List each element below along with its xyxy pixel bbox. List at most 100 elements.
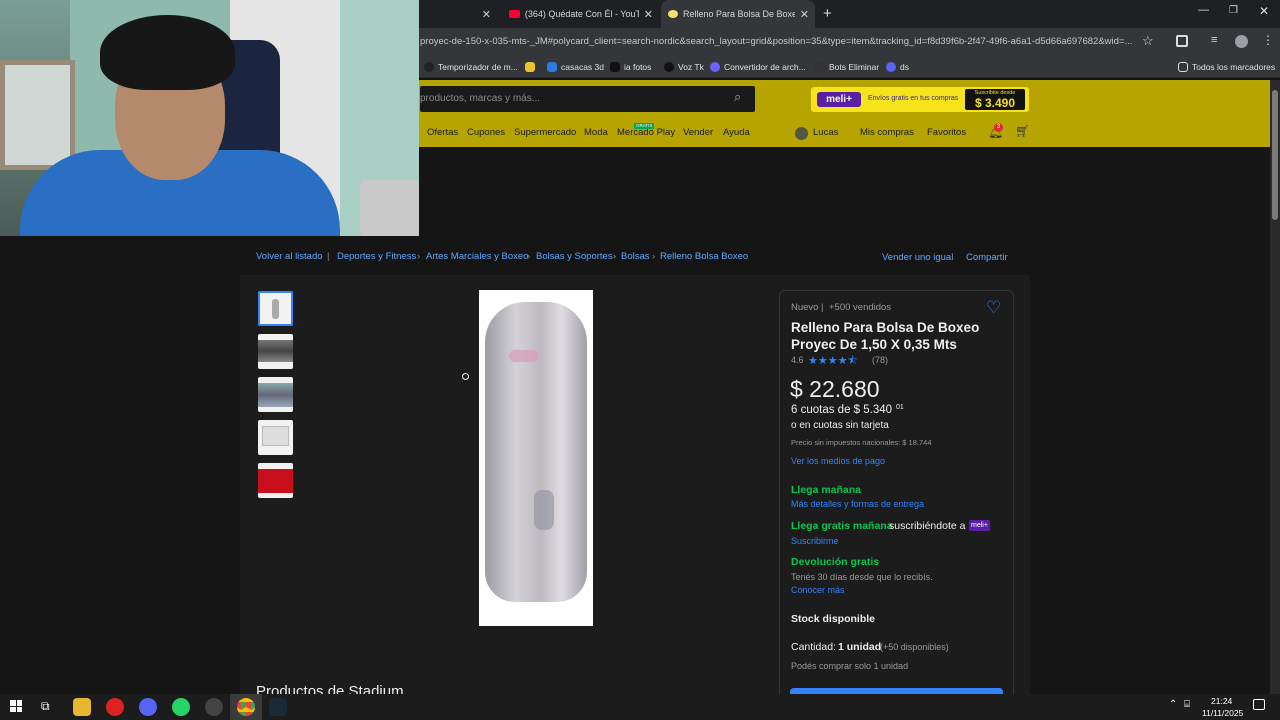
delivery-details-link[interactable]: Más detalles y formas de entrega	[791, 499, 924, 509]
bookmark-temporizador[interactable]: Temporizador de m...	[424, 56, 518, 78]
tray-chevron-icon[interactable]: ⌃	[1169, 699, 1177, 710]
url-field[interactable]: proyec-de-150-x-035-mts-_JM#polycard_cli…	[420, 33, 1135, 51]
search-icon[interactable]: ⌕	[734, 89, 741, 105]
search-placeholder: productos, marcas y más...	[420, 93, 541, 104]
price: $ 22.680	[790, 376, 880, 402]
quantity-selector[interactable]: 1 unidad	[838, 641, 881, 653]
back-to-list-link[interactable]: Volver al listado	[256, 251, 323, 262]
tab-active-mercadolibre[interactable]: Relleno Para Bolsa De Boxeo P ✕	[661, 0, 815, 28]
bookmark-star-icon[interactable]: ☆	[1142, 33, 1154, 49]
nav-supermercado[interactable]: Supermercado	[514, 123, 576, 143]
thumbnail-2[interactable]	[258, 334, 293, 369]
bookmark-convertidor[interactable]: Convertidor de arch...	[710, 56, 806, 78]
bookmark-folder[interactable]	[525, 56, 535, 78]
main-product-image[interactable]	[479, 290, 593, 626]
nav-vender[interactable]: Vender	[683, 123, 713, 143]
app-icon[interactable]	[205, 698, 223, 716]
close-tab-icon[interactable]: ✕	[482, 8, 491, 21]
scrollbar-thumb[interactable]	[1272, 90, 1278, 220]
bookmark-bots[interactable]: Bots Eliminar	[815, 56, 879, 78]
clock-date[interactable]: 11/11/2025	[1202, 708, 1243, 718]
payment-methods-link[interactable]: Ver los medios de pago	[791, 456, 885, 466]
buy-limit-note: Podés comprar solo 1 unidad	[791, 661, 909, 671]
heart-icon[interactable]: ♡	[986, 298, 1001, 318]
bookmark-ia-fotos[interactable]: ia fotos	[610, 56, 651, 78]
bookmark-casacas[interactable]: casacas 3d	[547, 56, 604, 78]
close-tab-icon[interactable]: ✕	[800, 8, 809, 21]
rating-stars-icon[interactable]: ★★★★⯪	[808, 352, 858, 371]
folder-icon	[525, 62, 535, 72]
nav-ayuda[interactable]: Ayuda	[723, 123, 750, 143]
whatsapp-icon[interactable]	[172, 698, 190, 716]
cursor-icon	[462, 373, 469, 380]
crumb-separator: |	[327, 251, 330, 262]
crumb-bolsas-soportes[interactable]: Bolsas y Soportes	[536, 251, 613, 262]
favorites-menu[interactable]: Favoritos	[927, 123, 966, 143]
cart-icon[interactable]: 🛒︎	[1015, 124, 1030, 138]
bookmark-icon	[610, 62, 620, 72]
share-link[interactable]: Compartir	[966, 252, 1008, 263]
nav-moda[interactable]: Moda	[584, 123, 608, 143]
review-count[interactable]: (78)	[872, 355, 888, 365]
webcam-pillow	[360, 180, 419, 236]
crumb-deportes[interactable]: Deportes y Fitness	[337, 251, 416, 262]
app-icon[interactable]	[106, 698, 124, 716]
nav-cupones[interactable]: Cupones	[467, 123, 505, 143]
media-control-icon[interactable]: ≡	[1211, 34, 1217, 46]
meli-plus-banner[interactable]: meli+ Envíos gratis en tus compras Suscr…	[811, 87, 1029, 112]
minimize-icon[interactable]: —	[1198, 4, 1209, 16]
crumb-artes-marciales[interactable]: Artes Marciales y Boxeo	[426, 251, 528, 262]
thumbnail-4[interactable]	[258, 420, 293, 455]
my-purchases[interactable]: Mis compras	[860, 123, 914, 143]
extensions-icon[interactable]	[1176, 35, 1188, 47]
all-bookmarks[interactable]: Todos los marcadores	[1178, 56, 1275, 78]
sell-same-link[interactable]: Vender uno igual	[882, 252, 953, 263]
learn-more-link[interactable]: Conocer más	[791, 585, 845, 595]
windows-start-icon[interactable]	[10, 700, 22, 712]
bookmark-voz-tk[interactable]: Voz Tk	[664, 56, 704, 78]
tab-partial[interactable]: ✕	[419, 0, 499, 28]
user-avatar[interactable]	[795, 127, 808, 140]
chrome-taskbar-active[interactable]	[230, 694, 262, 720]
thumbnail-1[interactable]	[258, 291, 293, 326]
thumb-image	[258, 383, 293, 407]
thumbnail-5[interactable]	[258, 463, 293, 498]
discord-icon[interactable]	[139, 698, 157, 716]
thumbnail-3[interactable]	[258, 377, 293, 412]
clock-time[interactable]: 21:24	[1211, 696, 1232, 706]
thumb-image	[262, 426, 289, 446]
user-menu[interactable]: Lucas	[813, 123, 838, 143]
meli-plus-badge: meli+	[969, 520, 990, 531]
fabric-detail	[509, 350, 539, 362]
product-title-line2: Proyec De 1,50 X 0,35 Mts	[791, 337, 957, 352]
crumb-bolsas[interactable]: Bolsas	[621, 251, 650, 262]
promo-text: Envíos gratis en tus compras	[868, 95, 959, 102]
subscribe-link[interactable]: Suscribirme	[791, 536, 839, 546]
nav-ofertas[interactable]: Ofertas	[427, 123, 458, 143]
steam-icon[interactable]	[269, 698, 287, 716]
tab-youtube[interactable]: (364) Quédate Con Él - YouTub ✕	[501, 0, 659, 28]
gratis-badge: GRATIS	[634, 123, 655, 129]
bookmark-icon	[664, 62, 674, 72]
tab-title: Relleno Para Bolsa De Boxeo P	[682, 9, 795, 19]
restore-icon[interactable]: ❐	[1229, 5, 1238, 16]
task-view-icon[interactable]: ⧉	[41, 699, 50, 714]
network-icon[interactable]: ⌸	[1184, 699, 1190, 710]
scrollbar[interactable]	[1270, 80, 1280, 694]
notification-center-icon[interactable]	[1253, 699, 1265, 710]
taskbar	[0, 694, 1280, 720]
free-returns: Devolución gratis	[791, 556, 880, 568]
close-tab-icon[interactable]: ✕	[644, 8, 653, 21]
bookmark-ds[interactable]: ds	[886, 56, 909, 78]
new-tab-icon[interactable]: +	[823, 5, 832, 22]
close-window-icon[interactable]: ✕	[1259, 4, 1269, 18]
punching-bag-filling-image	[485, 302, 587, 602]
profile-avatar[interactable]	[1235, 35, 1248, 48]
menu-kebab-icon[interactable]: ⋮	[1262, 33, 1274, 47]
file-explorer-icon[interactable]	[73, 698, 91, 716]
chevron-right-icon: ›	[613, 251, 617, 262]
installments-cents: 01	[896, 404, 904, 411]
crumb-relleno[interactable]: Relleno Bolsa Boxeo	[660, 251, 748, 262]
promo-price-box: Suscribite desde $ 3.490	[965, 89, 1025, 110]
meli-plus-logo: meli+	[817, 92, 861, 107]
